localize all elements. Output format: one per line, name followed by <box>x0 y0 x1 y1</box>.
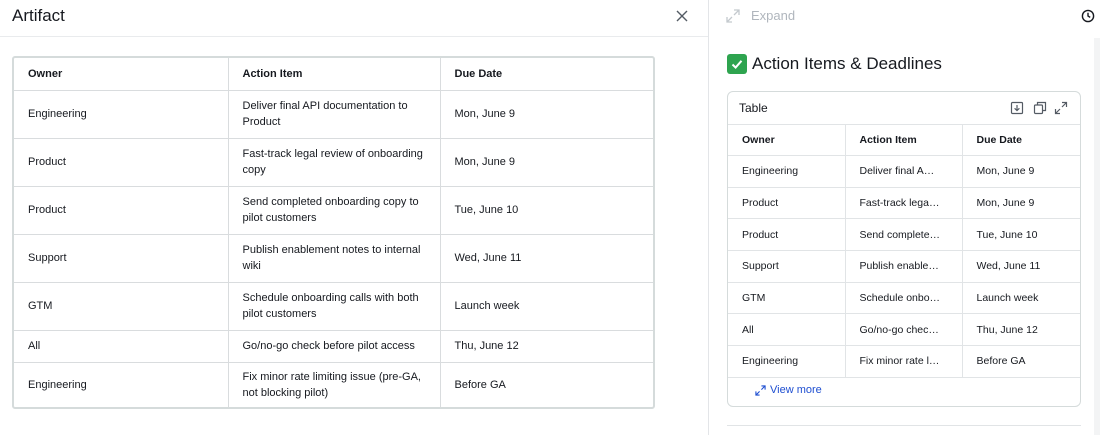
column-header-action-item: Action Item <box>228 58 441 91</box>
table-card-header: Table <box>728 92 1080 124</box>
chat-panel: Expand Action Items & Deadlines Table Ow… <box>709 0 1100 435</box>
cell-owner: Support <box>14 234 229 283</box>
column-header-due-date: Due Date <box>962 124 1080 156</box>
cell-owner: Product <box>728 186 846 219</box>
cell-owner: All <box>14 330 229 363</box>
cell-action-item: Go/no-go chec… <box>845 313 963 346</box>
cell-due-date: Before GA <box>454 379 506 392</box>
clock-icon[interactable] <box>1081 9 1095 23</box>
cell-action-item: Send completed onboarding copy to pilot … <box>228 186 441 235</box>
cell-action-item: Deliver final API documentation to Produ… <box>228 90 441 139</box>
cell-owner: Support <box>728 250 846 283</box>
table-card: Table Owner Action Item Due Date Enginee… <box>727 91 1081 407</box>
cell-action-item: Deliver final A… <box>845 155 963 188</box>
artifact-panel: Artifact Owner Action Item Due Date Engi… <box>0 0 708 435</box>
table-row: All Go/no-go chec… Thu, June 12 <box>728 313 1080 346</box>
table-row: All Go/no-go check before pilot access T… <box>14 330 653 363</box>
cell-due-date: Thu, June 12 <box>440 330 653 363</box>
table-row: Product Fast-track legal review of onboa… <box>14 138 653 187</box>
cell-owner: Product <box>14 186 229 235</box>
expand-arrows-icon <box>755 384 766 396</box>
table-row: Engineering Fix minor rate limiting issu… <box>14 362 653 407</box>
artifact-table-container: Owner Action Item Due Date Engineering D… <box>12 56 655 409</box>
cell-due-date: Launch week <box>962 281 1080 314</box>
cell-action-item: Fix minor rate limiting issue (pre-GA, n… <box>228 362 441 407</box>
expand-button[interactable]: Expand <box>751 8 795 23</box>
cell-due-date: Wed, June 11 <box>962 250 1080 283</box>
cell-owner: Engineering <box>728 345 846 378</box>
artifact-title: Artifact <box>12 6 65 25</box>
table-row: GTM Schedule onboarding calls with both … <box>14 282 653 331</box>
expand-arrows-icon[interactable] <box>725 8 741 24</box>
cell-due-date: Launch week <box>440 282 653 331</box>
cell-owner: Product <box>14 138 229 187</box>
cell-action-item: Schedule onboarding calls with both pilo… <box>228 282 441 331</box>
copy-icon[interactable] <box>1033 101 1047 115</box>
cell-due-date: Mon, June 9 <box>440 138 653 187</box>
cell-action-item: Publish enable… <box>845 250 963 283</box>
table-row: Engineering Deliver final A… Mon, June 9 <box>728 155 1080 188</box>
cell-action-item: Fast-track lega… <box>845 186 963 219</box>
table-row: Product Send complete… Tue, June 10 <box>728 218 1080 251</box>
cell-owner: Engineering <box>728 155 846 188</box>
cell-action-item: Fast-track legal review of onboarding co… <box>228 138 441 187</box>
table-header-row: Owner Action Item Due Date <box>728 124 1080 156</box>
cell-owner: All <box>728 313 846 346</box>
table-row: Support Publish enablement notes to inte… <box>14 234 653 283</box>
cell-due-date: Before GA <box>962 345 1080 378</box>
table-row: Product Fast-track lega… Mon, June 9 <box>728 186 1080 219</box>
section-title: Action Items & Deadlines <box>752 54 942 73</box>
cell-due-date: Mon, June 9 <box>962 186 1080 219</box>
cell-owner: Engineering <box>14 90 229 139</box>
divider <box>727 425 1081 426</box>
close-button[interactable] <box>672 6 692 26</box>
scrollbar[interactable] <box>1094 38 1100 435</box>
column-header-action-item: Action Item <box>845 124 963 156</box>
cell-owner: GTM <box>14 282 229 331</box>
download-icon[interactable] <box>1010 101 1024 115</box>
cell-due-date: Tue, June 10 <box>440 186 653 235</box>
cell-action-item: Publish enablement notes to internal wik… <box>228 234 441 283</box>
expand-icon[interactable] <box>1054 101 1068 115</box>
table-row: Product Send completed onboarding copy t… <box>14 186 653 235</box>
cell-due-date: Mon, June 9 <box>962 155 1080 188</box>
table-header-row: Owner Action Item Due Date <box>14 58 653 91</box>
cell-due-date: Mon, June 9 <box>440 90 653 139</box>
view-more-link[interactable]: View more <box>755 384 822 396</box>
cell-owner: GTM <box>728 281 846 314</box>
section-heading: Action Items & Deadlines <box>727 54 942 74</box>
cell-due-date: Tue, June 10 <box>962 218 1080 251</box>
cell-action-item: Fix minor rate l… <box>845 345 963 378</box>
cell-action-item: Schedule onbo… <box>845 281 963 314</box>
column-header-owner: Owner <box>728 124 846 156</box>
cell-action-item: Go/no-go check before pilot access <box>228 330 441 363</box>
check-mark-icon <box>727 54 747 74</box>
column-header-due-date: Due Date <box>440 58 653 91</box>
table-row: Engineering Deliver final API documentat… <box>14 90 653 139</box>
close-icon <box>676 10 688 22</box>
summary-table: Owner Action Item Due Date Engineering D… <box>728 124 1080 378</box>
cell-due-date: Thu, June 12 <box>962 313 1080 346</box>
view-more-label: View more <box>770 384 822 396</box>
cell-due-date: Wed, June 11 <box>440 234 653 283</box>
column-header-owner: Owner <box>14 58 229 91</box>
cell-owner: Product <box>728 218 846 251</box>
table-row: Engineering Fix minor rate l… Before GA <box>728 345 1080 378</box>
cell-action-item: Send complete… <box>845 218 963 251</box>
table-row: Support Publish enable… Wed, June 11 <box>728 250 1080 283</box>
artifact-table: Owner Action Item Due Date Engineering D… <box>14 58 653 407</box>
cell-owner: Engineering <box>14 362 229 407</box>
table-card-title: Table <box>739 101 768 115</box>
artifact-header: Artifact <box>0 0 708 37</box>
table-row: GTM Schedule onbo… Launch week <box>728 281 1080 314</box>
